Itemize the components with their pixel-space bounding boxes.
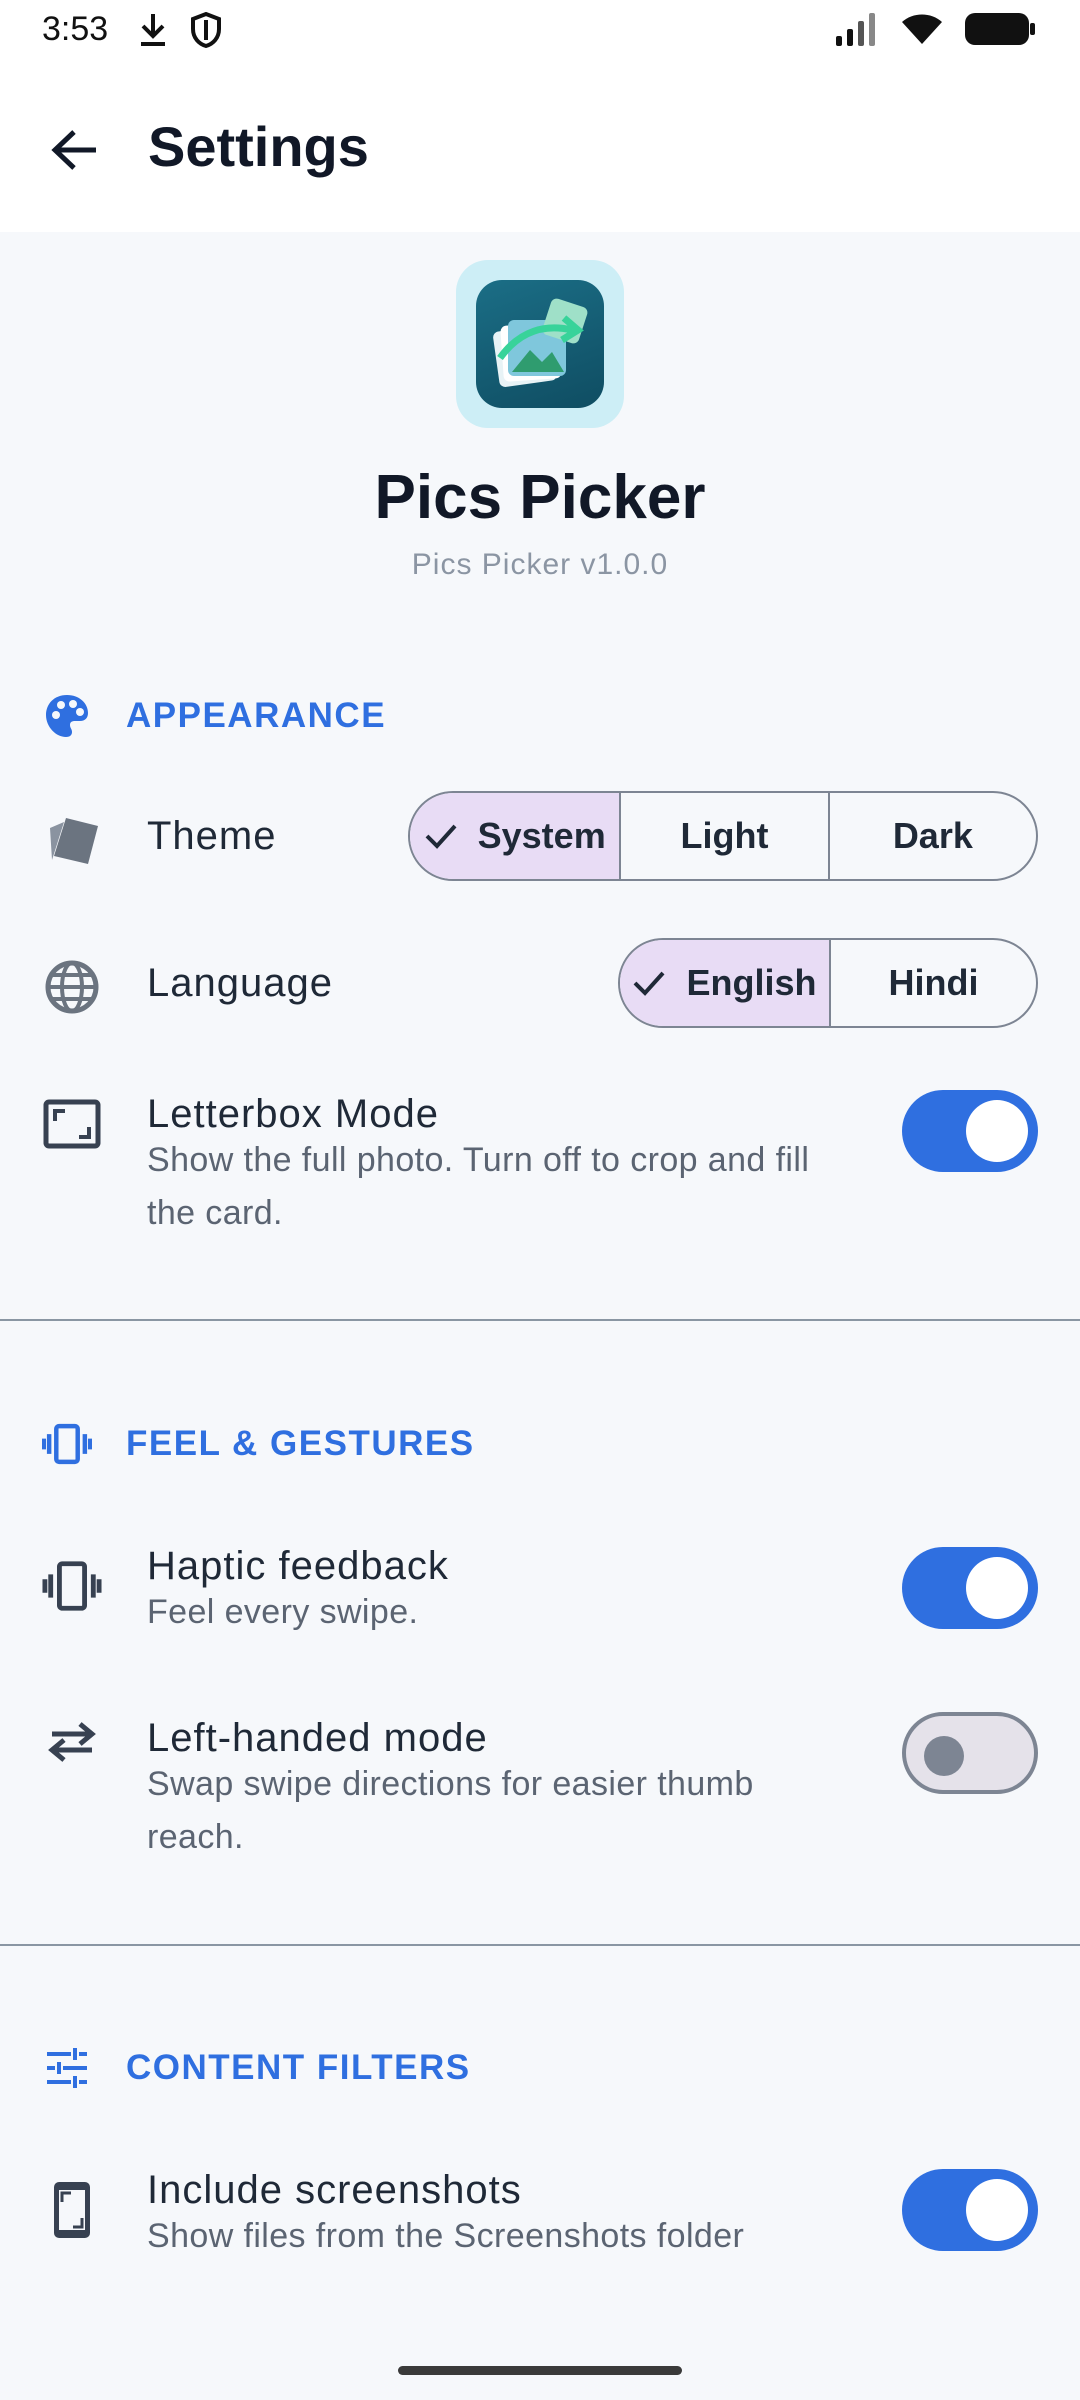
theme-option-system[interactable]: System xyxy=(410,793,620,879)
language-label: Language xyxy=(147,961,333,1005)
vibration-icon xyxy=(42,1556,102,1616)
option-label: Hindi xyxy=(888,962,979,1003)
section-content-filters: CONTENT FILTERS xyxy=(42,2038,471,2098)
home-indicator[interactable] xyxy=(398,2366,682,2375)
app-version: Pics Picker v1.0.0 xyxy=(411,548,669,581)
left-handed-title: Left-handed mode xyxy=(147,1716,488,1760)
back-button[interactable] xyxy=(44,122,104,182)
theme-option-light[interactable]: Light xyxy=(619,793,827,879)
section-feel-gestures: FEEL & GESTURES xyxy=(42,1414,475,1474)
letterbox-row[interactable]: Letterbox Mode Show the full photo. Turn… xyxy=(0,1086,1080,1236)
status-bar: 3:53 xyxy=(0,0,1080,64)
vibration-icon xyxy=(42,1419,92,1469)
swap-horiz-icon xyxy=(42,1712,102,1772)
tune-icon xyxy=(42,2043,92,2093)
haptic-title: Haptic feedback xyxy=(147,1544,449,1588)
theme-label: Theme xyxy=(147,814,277,858)
theme-option-dark[interactable]: Dark xyxy=(827,793,1036,879)
screenshots-row[interactable]: Include screenshots Show files from the … xyxy=(0,2164,1080,2264)
aspect-ratio-icon xyxy=(42,1094,102,1154)
divider xyxy=(0,1319,1080,1321)
arrow-back-icon xyxy=(50,128,98,177)
shield-icon xyxy=(190,11,222,53)
check-icon xyxy=(632,969,666,997)
section-appearance: APPEARANCE xyxy=(42,686,386,746)
app-logo xyxy=(456,260,624,428)
screenshot-icon xyxy=(42,2180,102,2240)
haptic-subtitle: Feel every swipe. xyxy=(147,1593,419,1631)
haptic-toggle[interactable] xyxy=(902,1547,1038,1629)
download-icon xyxy=(138,12,168,53)
wifi-icon xyxy=(900,12,944,51)
option-label: English xyxy=(686,962,817,1003)
section-title: FEEL & GESTURES xyxy=(126,1424,475,1463)
signal-icon xyxy=(834,12,880,51)
left-handed-toggle[interactable] xyxy=(902,1712,1038,1794)
status-time: 3:53 xyxy=(42,10,109,48)
globe-icon xyxy=(42,957,102,1017)
option-label: Light xyxy=(680,815,769,856)
screenshots-toggle[interactable] xyxy=(902,2169,1038,2251)
left-handed-row[interactable]: Left-handed mode Swap swipe directions f… xyxy=(0,1712,1080,1862)
page-title: Settings xyxy=(148,115,369,178)
screenshots-subtitle: Show files from the Screenshots folder xyxy=(147,2217,745,2255)
letterbox-title: Letterbox Mode xyxy=(147,1092,439,1136)
language-segmented-control: English Hindi xyxy=(618,938,1038,1028)
option-label: Dark xyxy=(892,815,973,856)
theme-row: Theme System Light Dark xyxy=(0,790,1080,890)
letterbox-toggle[interactable] xyxy=(902,1090,1038,1172)
divider xyxy=(0,1944,1080,1946)
theme-segmented-control: System Light Dark xyxy=(408,791,1038,881)
haptic-row[interactable]: Haptic feedback Feel every swipe. xyxy=(0,1540,1080,1640)
app-bar: Settings xyxy=(0,64,1080,232)
section-title: CONTENT FILTERS xyxy=(126,2048,471,2087)
language-row: Language English Hindi xyxy=(0,937,1080,1037)
left-handed-subtitle: Swap swipe directions for easier thumb r… xyxy=(147,1765,754,1856)
battery-icon xyxy=(964,12,1036,51)
theme-swatch-icon xyxy=(42,810,102,870)
option-label: System xyxy=(477,815,606,856)
letterbox-subtitle: Show the full photo. Turn off to crop an… xyxy=(147,1141,810,1232)
check-icon xyxy=(424,822,458,850)
palette-icon xyxy=(42,691,92,741)
screenshots-title: Include screenshots xyxy=(147,2168,522,2212)
language-option-hindi[interactable]: Hindi xyxy=(829,940,1036,1026)
app-name: Pics Picker xyxy=(374,463,706,532)
language-option-english[interactable]: English xyxy=(620,940,829,1026)
section-title: APPEARANCE xyxy=(126,696,387,735)
